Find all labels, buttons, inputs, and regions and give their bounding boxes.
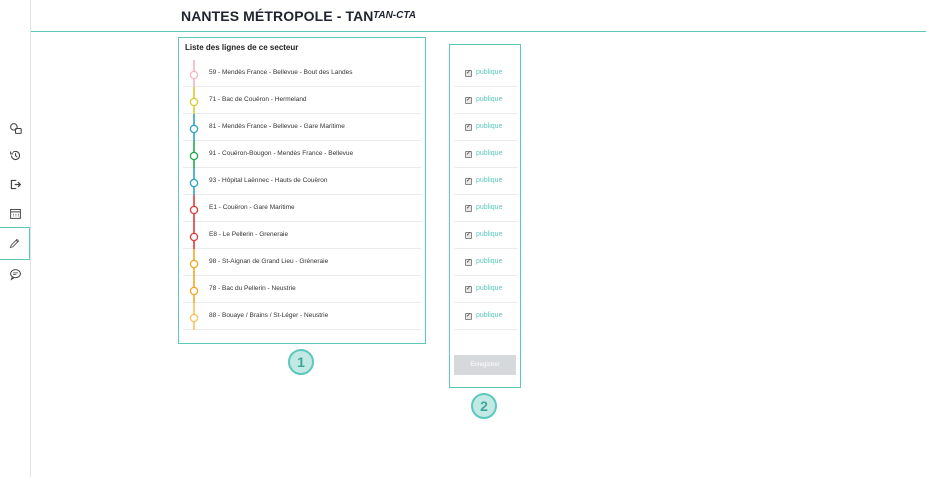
- line-label: 88 - Bouaye / Brains / St-Léger - Neustr…: [209, 312, 329, 319]
- status-label: publique: [476, 177, 503, 184]
- sidebar: [0, 0, 31, 477]
- line-row[interactable]: 91 - Couëron-Bougon - Mendès France - Be…: [183, 141, 421, 168]
- line-row[interactable]: 93 - Hôpital Laënnec - Hauts de Couëron: [183, 168, 421, 195]
- comment-icon[interactable]: [3, 262, 28, 286]
- line-label: 78 - Bac du Pellerin - Neustrie: [209, 285, 296, 292]
- calendar-icon[interactable]: [3, 201, 28, 225]
- line-label: E1 - Couëron - Gare Maritime: [209, 204, 295, 211]
- status-label: publique: [476, 231, 503, 238]
- status-row: ✓ publique: [454, 195, 518, 222]
- line-row[interactable]: 81 - Mendès France - Bellevue - Gare Mar…: [183, 114, 421, 141]
- callout-2: 2: [471, 393, 497, 419]
- line-row[interactable]: 88 - Bouaye / Brains / St-Léger - Neustr…: [183, 303, 421, 330]
- line-label: E8 - Le Pellerin - Greneraie: [209, 231, 289, 238]
- public-checkbox[interactable]: ✓: [465, 259, 472, 266]
- public-checkbox[interactable]: ✓: [465, 70, 472, 77]
- line-color-marker: [189, 276, 199, 303]
- line-row[interactable]: 59 - Mendès France - Bellevue - Bout des…: [183, 60, 421, 87]
- bus-stop-icon[interactable]: [3, 116, 28, 140]
- line-color-marker: [189, 87, 199, 114]
- public-checkbox[interactable]: ✓: [465, 97, 472, 104]
- line-row[interactable]: 78 - Bac du Pellerin - Neustrie: [183, 276, 421, 303]
- lines-panel-title: Liste des lignes de ce secteur: [185, 43, 299, 52]
- status-label: publique: [476, 69, 503, 76]
- line-color-marker: [189, 222, 199, 249]
- line-color-marker: [189, 195, 199, 222]
- line-color-marker: [189, 141, 199, 168]
- status-row: ✓ publique: [454, 168, 518, 195]
- line-label: 71 - Bac de Couëron - Hermeland: [209, 96, 307, 103]
- public-checkbox[interactable]: ✓: [465, 286, 472, 293]
- status-row: ✓ publique: [454, 141, 518, 168]
- pencil-icon[interactable]: [0, 227, 30, 260]
- public-checkbox[interactable]: ✓: [465, 178, 472, 185]
- line-label: 93 - Hôpital Laënnec - Hauts de Couëron: [209, 177, 328, 184]
- lines-panel: Liste des lignes de ce secteur 59 - Mend…: [178, 37, 426, 344]
- public-checkbox[interactable]: ✓: [465, 205, 472, 212]
- callout-1: 1: [288, 349, 314, 375]
- logout-icon[interactable]: [3, 172, 28, 196]
- public-checkbox[interactable]: ✓: [465, 232, 472, 239]
- public-checkbox[interactable]: ✓: [465, 313, 472, 320]
- line-row[interactable]: 98 - St-Aignan de Grand Lieu - Gréneraie: [183, 249, 421, 276]
- line-label: 81 - Mendès France - Bellevue - Gare Mar…: [209, 123, 345, 130]
- line-label: 91 - Couëron-Bougon - Mendès France - Be…: [209, 150, 354, 157]
- line-row[interactable]: E8 - Le Pellerin - Greneraie: [183, 222, 421, 249]
- line-color-marker: [189, 303, 199, 330]
- line-color-marker: [189, 168, 199, 195]
- status-label: publique: [476, 312, 503, 319]
- status-row: ✓ publique: [454, 222, 518, 249]
- public-checkbox[interactable]: ✓: [465, 124, 472, 131]
- status-row: ✓ publique: [454, 303, 518, 330]
- status-label: publique: [476, 285, 503, 292]
- save-button[interactable]: Enregistrer: [454, 355, 516, 375]
- status-row: ✓ publique: [454, 276, 518, 303]
- line-row[interactable]: E1 - Couëron - Gare Maritime: [183, 195, 421, 222]
- status-label: publique: [476, 123, 503, 130]
- line-row[interactable]: 71 - Bac de Couëron - Hermeland: [183, 87, 421, 114]
- line-color-marker: [189, 114, 199, 141]
- line-color-marker: [189, 60, 199, 87]
- status-label: publique: [476, 258, 503, 265]
- status-row: ✓ publique: [454, 87, 518, 114]
- status-row: ✓ publique: [454, 249, 518, 276]
- status-label: publique: [476, 150, 503, 157]
- status-label: publique: [476, 204, 503, 211]
- status-row: ✓ publique: [454, 60, 518, 87]
- app-root: NANTES MÉTROPOLE - TAN TAN-CTA Liste des…: [0, 0, 926, 477]
- line-label: 59 - Mendès France - Bellevue - Bout des…: [209, 69, 353, 76]
- page-title: NANTES MÉTROPOLE - TAN: [181, 8, 374, 24]
- header-divider: [31, 31, 926, 32]
- line-label: 98 - St-Aignan de Grand Lieu - Gréneraie: [209, 258, 329, 265]
- history-icon[interactable]: [3, 143, 28, 167]
- status-row: ✓ publique: [454, 114, 518, 141]
- line-color-marker: [189, 249, 199, 276]
- status-label: publique: [476, 96, 503, 103]
- public-checkbox[interactable]: ✓: [465, 151, 472, 158]
- page-subtitle: TAN-CTA: [373, 10, 416, 21]
- status-panel: ✓ publique ✓ publique ✓ publique ✓ publique ✓ pub…: [449, 44, 521, 388]
